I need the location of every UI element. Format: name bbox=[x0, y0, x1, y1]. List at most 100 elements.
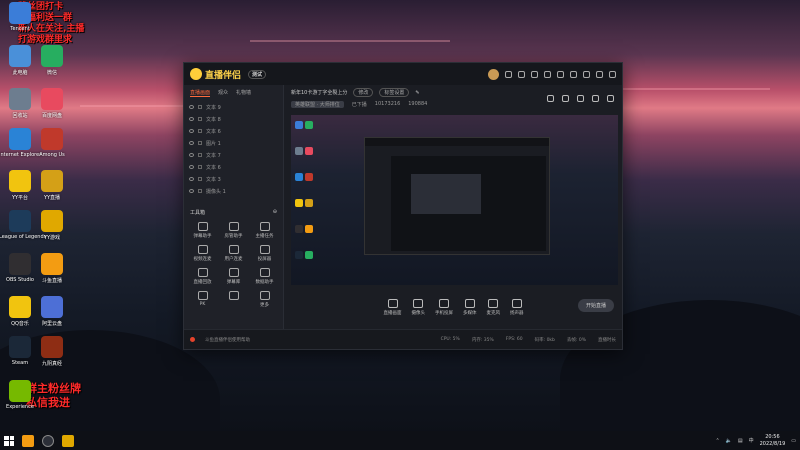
tag-settings-button[interactable]: 标签设置 bbox=[379, 88, 410, 97]
desktop-shortcut[interactable]: Tencent bbox=[5, 2, 35, 32]
lock-checkbox[interactable] bbox=[198, 105, 202, 109]
desktop-shortcut[interactable]: YY游戏 bbox=[37, 210, 67, 241]
tool-button[interactable]: PK bbox=[188, 289, 217, 308]
taskbar-yy-icon[interactable] bbox=[62, 434, 74, 447]
taskbar-obs-icon[interactable] bbox=[42, 434, 54, 447]
source-add-button[interactable]: 摄像头 bbox=[412, 298, 425, 316]
edit-icon[interactable]: ✎ bbox=[415, 90, 419, 96]
scene-source-item[interactable]: 图片 1 bbox=[184, 137, 283, 149]
visibility-eye-icon[interactable] bbox=[189, 129, 194, 133]
lock-checkbox[interactable] bbox=[198, 129, 202, 133]
clock-date: 2022/8/19 bbox=[759, 440, 786, 447]
network-icon[interactable]: ▤ bbox=[738, 438, 743, 444]
lock-checkbox[interactable] bbox=[198, 153, 202, 157]
source-add-button[interactable]: 直播画面 bbox=[384, 298, 402, 316]
tool-button[interactable]: 投屏器 bbox=[250, 243, 279, 262]
tool-button[interactable]: 视频连麦 bbox=[188, 243, 217, 262]
close-icon[interactable] bbox=[609, 70, 616, 78]
scene-source-item[interactable]: 摄像头 1 bbox=[184, 185, 283, 197]
tab-audience[interactable]: 观众 bbox=[218, 89, 228, 97]
record-icon[interactable] bbox=[547, 95, 554, 102]
source-add-button[interactable]: 手机投屏 bbox=[435, 298, 453, 316]
category-tag[interactable]: 英雄联盟 · 大师排位 bbox=[291, 101, 344, 108]
maximize-icon[interactable] bbox=[596, 70, 603, 78]
show-hidden-icon[interactable]: ⌃ bbox=[715, 438, 719, 444]
lock-checkbox[interactable] bbox=[198, 141, 202, 145]
message-icon[interactable] bbox=[518, 70, 525, 78]
lock-checkbox[interactable] bbox=[198, 117, 202, 121]
scene-source-item[interactable]: 文本 9 bbox=[184, 101, 283, 113]
clock[interactable]: 20:56 2022/8/19 bbox=[760, 434, 786, 448]
title-bar[interactable]: 直播伴侣 测试 bbox=[184, 63, 622, 85]
tool-button[interactable]: 主播任务 bbox=[250, 220, 279, 239]
input-method[interactable]: 中 bbox=[749, 437, 754, 444]
tab-live-scene[interactable]: 直播画面 bbox=[190, 89, 211, 97]
stream-preview[interactable] bbox=[291, 115, 618, 285]
scene-source-item[interactable]: 文本 6 bbox=[184, 125, 283, 137]
lock-checkbox[interactable] bbox=[198, 189, 202, 193]
help-link[interactable]: 斗鱼直播伴侣使用帮助 bbox=[205, 337, 250, 343]
desktop-shortcut[interactable]: 九阴真经 bbox=[37, 336, 67, 367]
visibility-eye-icon[interactable] bbox=[189, 141, 194, 145]
visibility-eye-icon[interactable] bbox=[189, 105, 194, 109]
tool-label: PK bbox=[199, 302, 206, 307]
start-live-button[interactable]: 开始直播 bbox=[578, 299, 614, 312]
desktop-shortcut[interactable]: 微信 bbox=[37, 45, 67, 76]
tool-label: 弹幕助手 bbox=[193, 234, 212, 239]
menu-icon[interactable] bbox=[570, 70, 577, 78]
douyu-icon bbox=[41, 253, 63, 275]
desktop-shortcut[interactable]: 斗鱼直播 bbox=[37, 253, 67, 284]
tool-button[interactable] bbox=[219, 289, 248, 308]
tool-button[interactable]: 弹幕库 bbox=[219, 266, 248, 285]
tool-button[interactable]: 更多 bbox=[250, 289, 279, 308]
visibility-eye-icon[interactable] bbox=[189, 153, 194, 157]
tool-button[interactable]: 房管助手 bbox=[219, 220, 248, 239]
bell-icon[interactable] bbox=[592, 95, 599, 102]
avatar[interactable] bbox=[488, 68, 499, 80]
gift-icon[interactable] bbox=[505, 70, 512, 78]
source-label: 麦克风 bbox=[486, 310, 501, 316]
desktop-shortcut[interactable]: YY直播 bbox=[37, 170, 67, 201]
desktop-shortcut[interactable]: 百度网盘 bbox=[37, 88, 67, 119]
tool-button[interactable]: 数据助手 bbox=[250, 266, 279, 285]
filter-icon[interactable] bbox=[544, 70, 551, 78]
desktop-shortcut[interactable]: Among Us bbox=[37, 128, 67, 158]
scene-source-item[interactable]: 文本 7 bbox=[184, 149, 283, 161]
tab-gift-wall[interactable]: 礼物墙 bbox=[236, 89, 251, 97]
lock-icon[interactable] bbox=[562, 95, 569, 102]
preview-desktop-icon bbox=[295, 147, 303, 155]
scene-source-item[interactable]: 文本 6 bbox=[184, 161, 283, 173]
visibility-eye-icon[interactable] bbox=[189, 117, 194, 121]
scene-source-item[interactable]: 文本 8 bbox=[184, 113, 283, 125]
visibility-eye-icon[interactable] bbox=[189, 165, 194, 169]
tool-label: 数据助手 bbox=[255, 280, 274, 285]
among-us-icon bbox=[41, 128, 63, 150]
collapse-icon[interactable]: ⊖ bbox=[273, 209, 277, 216]
lock-checkbox[interactable] bbox=[198, 165, 202, 169]
settings-icon[interactable] bbox=[557, 70, 564, 78]
share-icon[interactable] bbox=[607, 95, 614, 102]
tool-button[interactable]: 弹幕助手 bbox=[188, 220, 217, 239]
layout-icon[interactable] bbox=[577, 95, 584, 102]
desktop-shortcut[interactable]: 阿里云盘 bbox=[37, 296, 67, 327]
tool-icon bbox=[259, 268, 270, 277]
live-companion-window[interactable]: 直播伴侣 测试 直播画面 观众 礼物墙 文本 9 文本 8 文本 6 图片 1 … bbox=[183, 62, 623, 350]
visibility-eye-icon[interactable] bbox=[189, 177, 194, 181]
edit-title-button[interactable]: 修改 bbox=[353, 88, 374, 97]
scene-source-label: 文本 9 bbox=[206, 104, 221, 111]
source-add-button[interactable]: 多媒体 bbox=[463, 298, 477, 316]
volume-icon[interactable]: 🔈 bbox=[726, 438, 732, 444]
lock-checkbox[interactable] bbox=[198, 177, 202, 181]
chat-icon[interactable] bbox=[531, 70, 538, 78]
desktop-shortcut[interactable]: Experience bbox=[5, 380, 35, 410]
notification-icon[interactable]: ▭ bbox=[791, 438, 796, 444]
source-add-button[interactable]: 麦克风 bbox=[486, 298, 501, 316]
windows-start-icon[interactable] bbox=[4, 435, 14, 446]
taskbar-douyu-icon[interactable] bbox=[22, 434, 34, 447]
minimize-icon[interactable] bbox=[583, 70, 590, 78]
tool-button[interactable]: 用户连麦 bbox=[219, 243, 248, 262]
scene-source-item[interactable]: 文本 3 bbox=[184, 173, 283, 185]
source-add-button[interactable]: 扬声器 bbox=[510, 298, 524, 316]
visibility-eye-icon[interactable] bbox=[189, 189, 194, 193]
tool-button[interactable]: 直播回放 bbox=[188, 266, 217, 285]
